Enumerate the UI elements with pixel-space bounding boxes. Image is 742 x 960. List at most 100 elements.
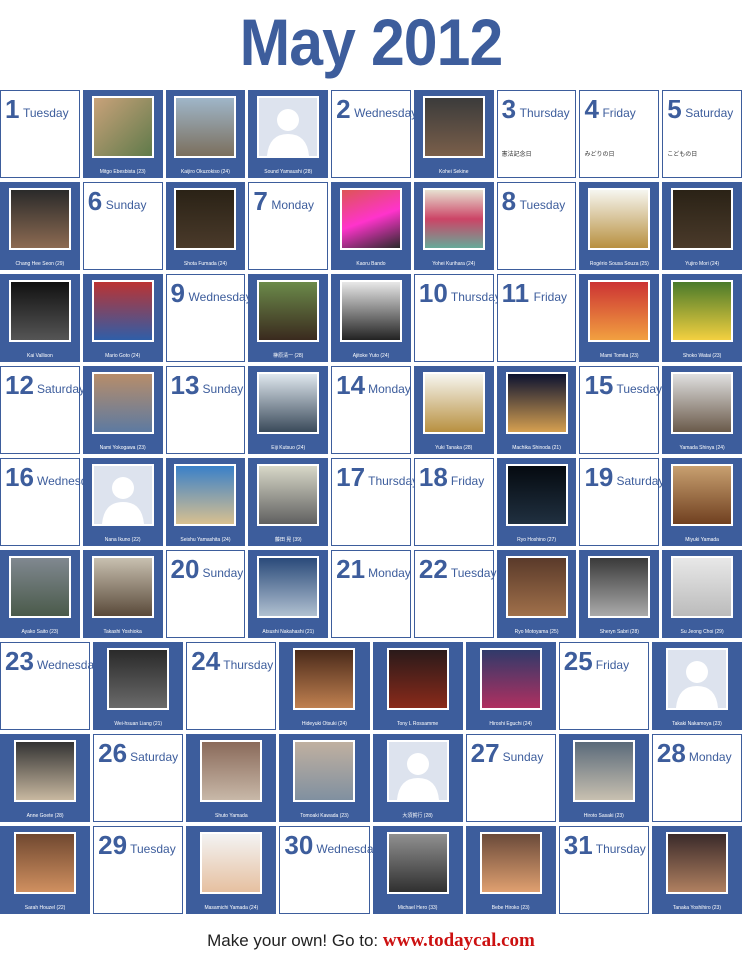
birthday-photo-cell[interactable]: Machika Shinoda (21) bbox=[496, 366, 577, 454]
person-caption: Mami Tomita (23) bbox=[600, 353, 639, 359]
birthday-photo-cell[interactable]: Kaijiro Okuzokiso (24) bbox=[165, 90, 246, 178]
profile-photo bbox=[91, 280, 154, 342]
birthday-photo-cell[interactable]: Sheryn Sabri (28) bbox=[579, 550, 660, 638]
birthday-photo-cell[interactable]: Shoko Watai (23) bbox=[662, 274, 742, 362]
day-number: 4 bbox=[584, 94, 599, 124]
birthday-photo-cell[interactable]: Tony L Rossamme bbox=[372, 642, 463, 730]
birthday-photo-cell[interactable]: Anne Goete (28) bbox=[0, 734, 91, 822]
birthday-photo-cell[interactable]: Mitgo Ebesbista (23) bbox=[82, 90, 163, 178]
birthday-photo-cell[interactable]: Sound Yamaushi (28) bbox=[248, 90, 329, 178]
day-cell-12: 12 Saturday bbox=[0, 366, 85, 454]
day-number: 1 bbox=[5, 94, 20, 124]
birthday-photo-cell[interactable]: Yujiro Mori (24) bbox=[662, 182, 742, 270]
birthday-photo-cell[interactable]: Shuto Yamada bbox=[186, 734, 277, 822]
birthday-photo-cell[interactable]: Takashi Yoshioka bbox=[82, 550, 163, 638]
person-caption: Sarah Houzel (22) bbox=[24, 905, 66, 911]
birthday-photo-cell[interactable]: Atsushi Nakahashi (21) bbox=[248, 550, 329, 638]
birthday-photo-cell[interactable]: Yuki Tanaka (28) bbox=[413, 366, 494, 454]
birthday-photo-cell[interactable]: Nami Yokogawa (23) bbox=[82, 366, 163, 454]
person-caption: Tomoaki Kawada (23) bbox=[300, 813, 349, 819]
birthday-photo-cell[interactable]: Bebe Hiroko (23) bbox=[465, 826, 556, 914]
day-name: Wednesday bbox=[37, 658, 101, 672]
birthday-photo-cell[interactable]: Yohei Kurihara (24) bbox=[413, 182, 494, 270]
birthday-photo-cell[interactable]: Chang Hee Seon (29) bbox=[0, 182, 80, 270]
person-caption: Nami Yokogawa (23) bbox=[99, 445, 146, 451]
person-caption: Hideyuki Otsuki (24) bbox=[301, 721, 347, 727]
birthday-photo-cell[interactable]: 大須賀行 (28) bbox=[372, 734, 463, 822]
day-number: 11 bbox=[501, 278, 530, 308]
day-cell-6: 6 Sunday bbox=[82, 182, 163, 270]
birthday-photo-cell[interactable]: Tanaka Yoshihiro (23) bbox=[651, 826, 742, 914]
birthday-photo-cell[interactable]: Mami Tomita (23) bbox=[579, 274, 660, 362]
birthday-photo-cell[interactable]: Shota Fumada (24) bbox=[165, 182, 246, 270]
day-cell-30: 30 Wednesday bbox=[279, 826, 380, 914]
footer: Make your own! Go to: www.todaycal.com bbox=[0, 930, 742, 952]
day-cell-20: 20 Sunday bbox=[165, 550, 246, 638]
person-caption: Eiji Kutsuo (24) bbox=[271, 445, 306, 451]
birthday-photo-cell[interactable]: Kai Vallison bbox=[0, 274, 80, 362]
day-cell-28: 28 Monday bbox=[651, 734, 742, 822]
birthday-photo-cell[interactable]: Ryo Motoyama (25) bbox=[496, 550, 577, 638]
calendar-row: Sarah Houzel (22) 29 Tuesday Masamichi Yama… bbox=[0, 826, 742, 918]
profile-photo bbox=[386, 832, 449, 894]
day-name: Tuesday bbox=[616, 382, 663, 396]
birthday-photo-cell[interactable]: Mario Goto (24) bbox=[82, 274, 163, 362]
birthday-photo-cell[interactable]: Sarah Houzel (22) bbox=[0, 826, 91, 914]
profile-photo bbox=[293, 648, 356, 710]
profile-photo bbox=[8, 280, 71, 342]
birthday-photo-cell[interactable]: Rogério Sousa Souza (25) bbox=[579, 182, 660, 270]
day-number: 24 bbox=[191, 646, 221, 676]
profile-photo bbox=[257, 464, 320, 526]
birthday-photo-cell[interactable]: Ryo Hoshino (27) bbox=[496, 458, 577, 546]
person-caption: Shuto Yamada bbox=[215, 813, 248, 819]
birthday-photo-cell[interactable]: Masamichi Yamada (24) bbox=[186, 826, 277, 914]
person-caption: Yamada Shinya (24) bbox=[679, 445, 725, 451]
person-caption: 大須賀行 (28) bbox=[402, 813, 433, 819]
birthday-photo-cell[interactable]: Nana Ikuno (22) bbox=[82, 458, 163, 546]
birthday-photo-cell[interactable]: Michael Hero (33) bbox=[372, 826, 463, 914]
day-cell-14: 14 Monday bbox=[331, 366, 411, 454]
person-caption: Kaoru Bando bbox=[356, 261, 386, 267]
profile-photo bbox=[422, 372, 485, 434]
birthday-photo-cell[interactable]: Takaki Nakamoya (23) bbox=[651, 642, 742, 730]
profile-photo bbox=[91, 556, 154, 618]
todaycal-link[interactable]: www.todaycal.com bbox=[383, 930, 535, 951]
day-name: Thursday bbox=[368, 474, 419, 488]
birthday-photo-cell[interactable]: Hiroshi Eguchi (24) bbox=[465, 642, 556, 730]
profile-photo bbox=[14, 832, 77, 894]
birthday-photo-cell[interactable]: Yamada Shinya (24) bbox=[662, 366, 742, 454]
day-name: Thursday bbox=[223, 658, 274, 672]
profile-photo bbox=[257, 556, 320, 618]
birthday-photo-cell[interactable]: Wei-hsuan Liang (21) bbox=[93, 642, 184, 730]
birthday-photo-cell[interactable]: Kohei Sekine bbox=[413, 90, 494, 178]
day-cell-26: 26 Saturday bbox=[93, 734, 184, 822]
birthday-photo-cell[interactable]: 榊原清一 (28) bbox=[248, 274, 329, 362]
birthday-photo-cell[interactable]: Ayako Saito (23) bbox=[0, 550, 80, 638]
day-cell-17: 17 Thursday bbox=[331, 458, 418, 546]
birthday-photo-cell[interactable]: Hideyuki Otsuki (24) bbox=[279, 642, 370, 730]
day-number: 19 bbox=[584, 462, 614, 492]
day-cell-21: 21 Monday bbox=[331, 550, 411, 638]
day-cell-27: 27 Sunday bbox=[465, 734, 556, 822]
day-cell-9: 9 Wednesday bbox=[165, 274, 252, 362]
profile-photo bbox=[422, 188, 485, 250]
birthday-photo-cell[interactable]: Eiji Kutsuo (24) bbox=[248, 366, 329, 454]
day-cell-18: 18 Friday bbox=[413, 458, 494, 546]
birthday-photo-cell[interactable]: Su Jeong Choi (29) bbox=[662, 550, 742, 638]
day-number: 17 bbox=[336, 462, 366, 492]
birthday-photo-cell[interactable]: Miyuki Yamada bbox=[662, 458, 742, 546]
birthday-photo-cell[interactable]: Kaoru Bando bbox=[331, 182, 411, 270]
birthday-photo-cell[interactable]: Hiroto Sasaki (23) bbox=[558, 734, 649, 822]
birthday-photo-cell[interactable]: Seishu Yamashita (24) bbox=[165, 458, 246, 546]
person-caption: Machika Shinoda (21) bbox=[512, 445, 561, 451]
profile-photo bbox=[671, 280, 734, 342]
person-caption: Kohei Sekine bbox=[439, 169, 469, 175]
birthday-photo-cell[interactable]: 藤田 晃 (39) bbox=[248, 458, 329, 546]
birthday-photo-cell[interactable]: Ajitoke Yuto (24) bbox=[331, 274, 411, 362]
day-number: 31 bbox=[563, 830, 593, 860]
day-number: 3 bbox=[501, 94, 517, 124]
birthday-photo-cell[interactable]: Tomoaki Kawada (23) bbox=[279, 734, 370, 822]
day-number: 15 bbox=[584, 370, 614, 400]
profile-photo bbox=[174, 188, 237, 250]
profile-photo bbox=[91, 372, 154, 434]
